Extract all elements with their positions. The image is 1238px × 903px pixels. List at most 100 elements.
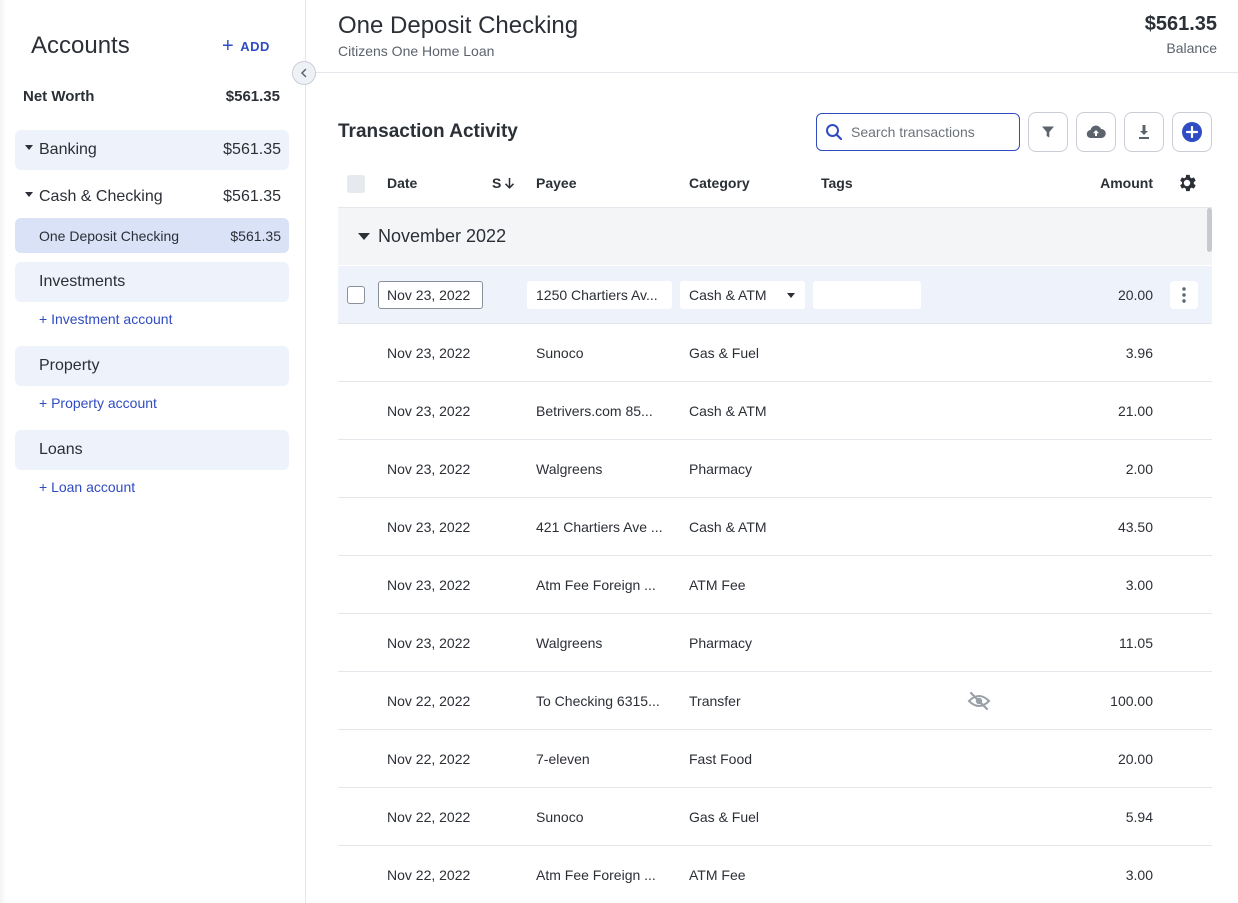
balance-amount: $561.35: [1144, 13, 1217, 35]
tags-field[interactable]: [813, 281, 921, 309]
amount-cell: 3.00: [1125, 576, 1153, 593]
column-header-tags[interactable]: Tags: [821, 175, 853, 191]
download-button[interactable]: [1124, 112, 1164, 152]
date-cell: Nov 22, 2022: [387, 866, 471, 883]
table-row[interactable]: Nov 23, 2022 Walgreens Pharmacy 2.00: [338, 440, 1212, 498]
date-cell: Nov 23, 2022: [387, 460, 471, 477]
category-cell: ATM Fee: [689, 576, 746, 593]
column-header-date[interactable]: Date: [387, 175, 417, 191]
row-checkbox[interactable]: [347, 286, 365, 304]
column-header-status[interactable]: S: [492, 175, 515, 191]
category-cell: Transfer: [689, 692, 741, 709]
table-row[interactable]: Nov 22, 2022 Atm Fee Foreign ... ATM Fee…: [338, 846, 1212, 903]
net-worth-row: Net Worth $561.35: [23, 88, 280, 105]
filter-icon: [1042, 126, 1054, 138]
amount-cell: 2.00: [1125, 460, 1153, 477]
table-row[interactable]: Nov 22, 2022 Sunoco Gas & Fuel 5.94: [338, 788, 1212, 846]
payee-cell: Sunoco: [536, 808, 584, 825]
payee-field[interactable]: 1250 Chartiers Av...: [527, 281, 672, 309]
status-header-label: S: [492, 175, 502, 191]
amount-cell: 100.00: [1110, 692, 1153, 709]
caret-down-icon: [358, 233, 370, 240]
collapse-sidebar-button[interactable]: [292, 61, 316, 85]
payee-cell: Walgreens: [536, 460, 603, 477]
payee-cell: Atm Fee Foreign ...: [536, 866, 656, 883]
upload-button[interactable]: [1076, 112, 1116, 152]
amount-cell: 43.50: [1117, 518, 1153, 535]
property-label: Property: [39, 357, 100, 374]
banking-amount: $561.35: [223, 141, 281, 158]
month-label: November 2022: [378, 226, 507, 246]
search-box[interactable]: [816, 113, 1020, 151]
download-icon: [1139, 125, 1149, 139]
amount-cell: 11.05: [1119, 634, 1153, 651]
sidebar-subgroup-cash-checking[interactable]: Cash & Checking $561.35: [15, 179, 289, 215]
sidebar-item-one-deposit-checking[interactable]: One Deposit Checking $561.35: [15, 218, 289, 253]
select-all-checkbox[interactable]: [347, 175, 365, 193]
hidden-eye-icon: [967, 691, 991, 710]
amount-cell: 3.96: [1125, 344, 1153, 361]
sidebar-group-investments[interactable]: Investments: [15, 262, 289, 302]
caret-down-icon: [25, 145, 33, 151]
table-row[interactable]: Nov 23, 2022 Sunoco Gas & Fuel 3.96: [338, 324, 1212, 382]
add-transaction-button[interactable]: [1172, 112, 1212, 152]
amount-cell: 21.00: [1117, 402, 1153, 419]
accounts-title: Accounts: [31, 32, 130, 59]
sidebar-group-loans[interactable]: Loans: [15, 430, 289, 470]
payee-cell: 7-eleven: [536, 750, 590, 767]
column-header-payee[interactable]: Payee: [536, 175, 576, 191]
table-row[interactable]: Nov 23, 2022 Atm Fee Foreign ... ATM Fee…: [338, 556, 1212, 614]
category-cell: Fast Food: [689, 750, 753, 767]
table-row-editing[interactable]: Nov 23, 2022 1250 Chartiers Av... Cash &…: [338, 266, 1212, 324]
sidebar-group-property[interactable]: Property: [15, 346, 289, 386]
hidden-indicator[interactable]: [966, 672, 992, 729]
scrollbar[interactable]: [1207, 208, 1212, 252]
amount-cell: 20.00: [1117, 750, 1153, 767]
category-select[interactable]: Cash & ATM: [680, 281, 805, 309]
caret-down-icon: [25, 192, 33, 198]
date-field[interactable]: Nov 23, 2022: [378, 281, 483, 309]
payee-cell: Walgreens: [536, 634, 603, 651]
table-row[interactable]: Nov 22, 2022 To Checking 6315... Transfe…: [338, 672, 1212, 730]
add-account-button[interactable]: + ADD: [222, 35, 270, 57]
date-cell: Nov 23, 2022: [387, 402, 471, 419]
category-cell: Pharmacy: [689, 634, 753, 651]
account-amount: $561.35: [230, 227, 281, 244]
column-header-category[interactable]: Category: [689, 175, 750, 191]
sidebar-group-banking[interactable]: Banking $561.35: [15, 130, 289, 170]
search-icon: [826, 124, 843, 141]
payee-cell: Betrivers.com 85...: [536, 402, 653, 419]
payee-cell: Sunoco: [536, 344, 584, 361]
amount-cell[interactable]: 20.00: [1063, 266, 1153, 323]
payee-cell: Atm Fee Foreign ...: [536, 576, 656, 593]
banking-label: Banking: [39, 141, 97, 158]
gear-icon: [1180, 174, 1196, 192]
column-settings-button[interactable]: [1176, 172, 1198, 199]
balance-label: Balance: [1166, 40, 1217, 56]
column-header-amount[interactable]: Amount: [1060, 175, 1153, 191]
add-property-account-link[interactable]: + Property account: [39, 395, 157, 411]
date-cell: Nov 23, 2022: [387, 634, 471, 651]
date-cell: Nov 23, 2022: [387, 518, 471, 535]
table-row[interactable]: Nov 22, 2022 7-eleven Fast Food 20.00: [338, 730, 1212, 788]
add-investment-account-link[interactable]: + Investment account: [39, 311, 172, 327]
date-cell: Nov 23, 2022: [387, 344, 471, 361]
plus-circle-icon: [1182, 122, 1202, 142]
table-row[interactable]: Nov 23, 2022 Betrivers.com 85... Cash & …: [338, 382, 1212, 440]
section-title: Transaction Activity: [338, 121, 518, 142]
category-cell: Gas & Fuel: [689, 344, 760, 361]
payee-cell: 421 Chartiers Ave ...: [536, 518, 663, 535]
month-group-header[interactable]: November 2022: [338, 207, 1212, 265]
row-menu-button[interactable]: [1170, 281, 1198, 309]
table-row[interactable]: Nov 23, 2022 Walgreens Pharmacy 11.05: [338, 614, 1212, 672]
add-loan-account-link[interactable]: + Loan account: [39, 479, 135, 495]
table-row[interactable]: Nov 23, 2022 421 Chartiers Ave ... Cash …: [338, 498, 1212, 556]
filter-button[interactable]: [1028, 112, 1068, 152]
search-input[interactable]: [851, 124, 1011, 140]
date-cell: Nov 22, 2022: [387, 692, 471, 709]
category-cell: ATM Fee: [689, 866, 746, 883]
account-label: One Deposit Checking: [39, 227, 180, 244]
category-cell: Gas & Fuel: [689, 808, 760, 825]
plus-icon: +: [222, 35, 235, 57]
arrow-down-icon: [505, 178, 515, 189]
